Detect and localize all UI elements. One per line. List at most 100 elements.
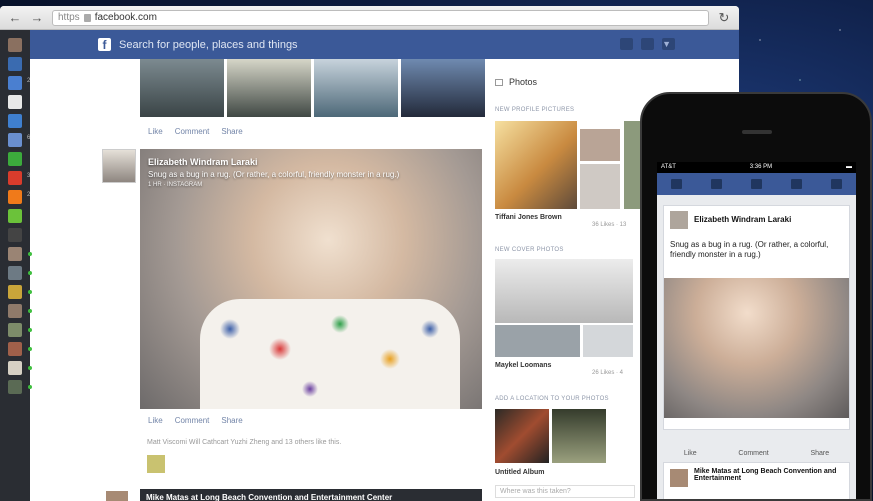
reload-icon[interactable]: ↻ <box>717 10 731 25</box>
profile-picture-thumb[interactable] <box>624 121 640 209</box>
battery-icon: ▬ <box>846 164 852 170</box>
messages-count: 2 <box>27 78 31 84</box>
post-author-avatar[interactable] <box>102 149 136 183</box>
url-host: facebook.com <box>94 12 157 23</box>
app-sidebar: 2 6 3 2 <box>0 30 32 501</box>
lock-icon <box>83 13 91 22</box>
section-label: ADD A LOCATION TO YOUR PHOTOS <box>495 396 609 402</box>
album-photo[interactable] <box>495 409 549 463</box>
like-link[interactable]: Like <box>148 127 163 136</box>
forward-arrow-icon[interactable]: → <box>30 10 44 25</box>
post-title[interactable]: Mike Matas at Long Beach Convention and … <box>694 468 844 482</box>
groups-icon[interactable]: 6 <box>8 133 30 147</box>
search-input[interactable]: Search for people, places and things <box>119 39 298 51</box>
facebook-logo[interactable]: f <box>98 38 111 52</box>
album-name[interactable]: Untitled Album <box>495 469 545 476</box>
feed-photo[interactable] <box>140 59 224 117</box>
browser-toolbar: ← → https facebook.com ↻ <box>0 6 739 30</box>
post-photo[interactable]: Elizabeth Windram Laraki Snug as a bug i… <box>140 149 482 409</box>
search-app-icon[interactable] <box>8 152 22 166</box>
friend-avatar[interactable] <box>8 342 32 356</box>
menu-icon[interactable] <box>671 179 683 189</box>
photos-icon <box>495 78 503 86</box>
phone-nav-bar <box>657 173 856 195</box>
messages-icon[interactable]: 2 <box>8 76 30 90</box>
notifications-globe-icon[interactable] <box>790 179 802 189</box>
address-bar[interactable]: https facebook.com <box>52 9 709 26</box>
phone-status-bar: AT&T 3:36 PM ▬ <box>657 162 856 173</box>
post-photo[interactable] <box>664 278 849 418</box>
post-meta: 1 HR · INSTAGRAM <box>148 182 203 188</box>
events-icon[interactable] <box>8 95 22 109</box>
messages-header-icon[interactable] <box>641 38 654 50</box>
post-author-avatar[interactable] <box>670 469 688 487</box>
back-arrow-icon[interactable]: ← <box>8 10 22 25</box>
feed-photo[interactable] <box>401 59 485 117</box>
post-author-avatar[interactable] <box>106 491 128 501</box>
browser-window: ← → https facebook.com ↻ 2 6 3 2 f Searc… <box>0 6 739 501</box>
cover-photo-thumb[interactable] <box>583 325 633 357</box>
section-label: NEW PROFILE PICTURES <box>495 107 575 113</box>
game-count: 3 <box>27 173 31 179</box>
profile-picture-photo[interactable] <box>495 121 577 209</box>
phone-post-card: Elizabeth Windram Laraki Snug as a bug i… <box>663 205 850 430</box>
post-author-name[interactable]: Elizabeth Windram Laraki <box>694 215 791 224</box>
comment-link[interactable]: Comment <box>175 416 210 425</box>
photo-strip <box>140 59 485 117</box>
cover-owner-name[interactable]: Maykel Loomans <box>495 362 551 369</box>
post-author-name[interactable]: Elizabeth Windram Laraki <box>148 157 399 167</box>
feed-photo[interactable] <box>314 59 398 117</box>
photos-column: Photos NEW PROFILE PICTURES Tiffani Jone… <box>495 59 645 501</box>
friend-avatar[interactable] <box>8 285 32 299</box>
friend-avatar[interactable] <box>8 247 32 261</box>
comment-link[interactable]: Comment <box>175 127 210 136</box>
friend-requests-icon[interactable] <box>711 179 723 189</box>
share-link[interactable]: Share <box>221 127 242 136</box>
friend-avatar[interactable] <box>8 304 32 318</box>
profile-likes: 36 Likes · 13 <box>592 222 627 228</box>
like-button[interactable]: Like <box>684 450 697 457</box>
share-link[interactable]: Share <box>221 416 242 425</box>
friend-avatar[interactable] <box>8 266 32 280</box>
pages-icon[interactable] <box>8 114 22 128</box>
comment-button[interactable]: Comment <box>738 450 768 457</box>
cover-photo-thumb[interactable] <box>495 325 580 357</box>
like-link[interactable]: Like <box>148 416 163 425</box>
photo-subject <box>200 299 460 409</box>
profile-owner-name[interactable]: Tiffani Jones Brown <box>495 214 562 221</box>
url-protocol: https <box>58 12 80 23</box>
friend-avatar[interactable] <box>8 380 32 394</box>
chevron-down-icon[interactable]: ▼ <box>662 39 671 49</box>
photos-heading: Photos <box>495 77 537 87</box>
likers-summary[interactable]: Matt Viscomi Will Cathcart Yuzhi Zheng a… <box>147 439 341 446</box>
post-text: Snug as a bug in a rug. (Or rather, a co… <box>670 240 829 260</box>
game-app-icon[interactable]: 3 <box>8 171 30 185</box>
profile-avatar[interactable] <box>8 38 22 52</box>
soundcloud-count: 2 <box>27 192 31 198</box>
friend-avatar[interactable] <box>8 323 32 337</box>
messages-icon[interactable] <box>750 179 762 189</box>
news-feed: Like Comment Share Elizabeth Windram Lar… <box>100 59 485 501</box>
soundcloud-icon[interactable]: 2 <box>8 190 30 204</box>
cover-photo[interactable] <box>495 259 633 323</box>
cover-likes: 26 Likes · 4 <box>592 370 624 376</box>
location-input[interactable]: Where was this taken? <box>495 485 635 498</box>
post-actions: Like Comment Share <box>148 416 243 425</box>
contacts-icon[interactable] <box>830 179 842 189</box>
more-apps-icon[interactable] <box>8 228 22 242</box>
friend-avatar[interactable] <box>8 361 32 375</box>
feed-photo[interactable] <box>227 59 311 117</box>
news-feed-icon[interactable] <box>8 57 22 71</box>
post-author-avatar[interactable] <box>670 211 688 229</box>
app-h-icon[interactable] <box>8 209 22 223</box>
post-title[interactable]: Mike Matas at Long Beach Convention and … <box>140 489 482 501</box>
phone-screen: AT&T 3:36 PM ▬ Elizabeth Windram Laraki … <box>657 162 856 499</box>
share-button[interactable]: Share <box>810 450 829 457</box>
album-photo[interactable] <box>552 409 606 463</box>
profile-picture-thumb[interactable] <box>580 129 620 161</box>
profile-picture-thumb[interactable] <box>580 164 620 209</box>
friend-requests-icon[interactable] <box>620 38 633 50</box>
liker-thumbnail[interactable] <box>147 455 165 473</box>
post-header: Elizabeth Windram Laraki Snug as a bug i… <box>148 157 399 188</box>
phone-post-actions: Like Comment Share <box>663 450 850 457</box>
